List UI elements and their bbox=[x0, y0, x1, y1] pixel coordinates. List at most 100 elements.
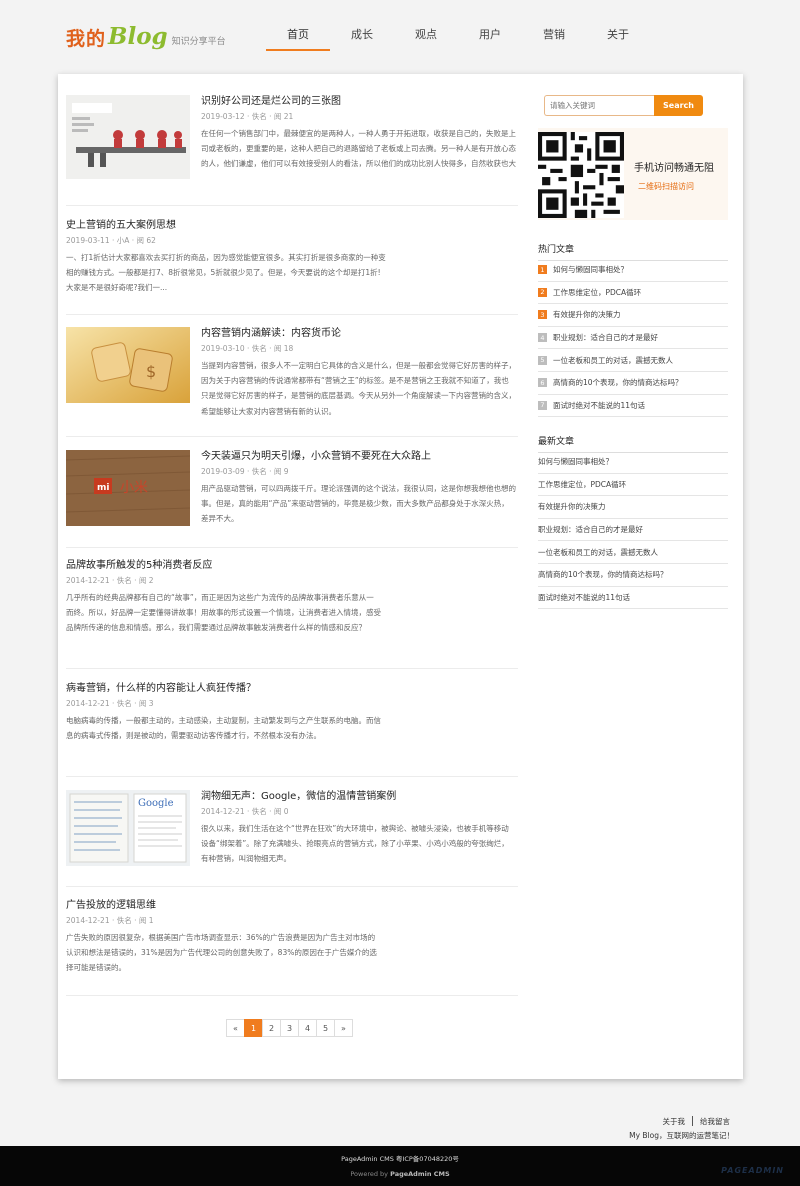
post-excerpt: 在任何一个销售部门中，最棘便宜的是两种人，一种人勇于开拓进取，收获是自己的，失败… bbox=[201, 129, 516, 169]
latest-article-link[interactable]: 有效提升你的决策力 bbox=[538, 496, 728, 519]
post-meta: 2014-12-21 · 佚名 · 阅 2 bbox=[66, 576, 154, 585]
latest-article-link[interactable]: 面试时绝对不能说的11句话 bbox=[538, 587, 728, 610]
post-item: mi 小米 今天装逼只为明天引爆，小众营销不要死在大众路上 2019-03-09… bbox=[66, 450, 518, 550]
pager-page-1[interactable]: 1 bbox=[244, 1019, 263, 1037]
pager-prev[interactable]: « bbox=[226, 1019, 245, 1037]
hot-articles-list: 1 如何与懒固同事相处？ 2 工作思维定位，PDCA循环 3 有效提升你的决策力 4职… bbox=[538, 259, 728, 418]
post-title[interactable]: 识别好公司还是烂公司的三张图 bbox=[201, 95, 516, 109]
divider bbox=[66, 436, 518, 437]
post-title[interactable]: 品牌故事所触发的5种消费者反应 bbox=[66, 559, 381, 573]
hot-article-link[interactable]: 一位老板和员工的对话，震撼无数人 bbox=[553, 355, 673, 366]
main-nav: 首页 成长 观点 用户 营销 关于 bbox=[266, 26, 650, 51]
latest-article-link[interactable]: 职业规划：适合自己的才是最好 bbox=[538, 519, 728, 542]
post-meta: 2014-12-21 · 佚名 · 阅 0 bbox=[201, 807, 289, 816]
hot-article-item[interactable]: 3 有效提升你的决策力 bbox=[538, 304, 728, 327]
pager-page-2[interactable]: 2 bbox=[262, 1019, 281, 1037]
pagination: « 1 2 3 4 5 » bbox=[226, 1019, 353, 1037]
hot-article-item[interactable]: 6 高情商的10个表现，你的情商达标吗？ bbox=[538, 372, 728, 395]
pager-page-3[interactable]: 3 bbox=[280, 1019, 299, 1037]
post-thumbnail-chart[interactable] bbox=[66, 95, 190, 179]
rank-badge: 2 bbox=[538, 287, 547, 297]
post-title[interactable]: 病毒营销，什么样的内容能让人疯狂传播？ bbox=[66, 682, 381, 696]
logo-cn: 我的 bbox=[66, 28, 107, 50]
hot-article-item[interactable]: 7 面试时绝对不能说的11句话 bbox=[538, 395, 728, 418]
footer-link-divider bbox=[692, 1116, 693, 1126]
post-excerpt: 当提到内容营销，很多人不一定明白它具体的含义是什么，但是一般都会觉得它好厉害的样… bbox=[201, 361, 516, 416]
search-button[interactable]: Search bbox=[654, 95, 703, 116]
latest-article-link[interactable]: 工作思维定位，PDCA循环 bbox=[538, 474, 728, 497]
leave-message-link[interactable]: 给我留言 bbox=[700, 1116, 730, 1127]
logo-en: Blog bbox=[108, 23, 168, 50]
post-excerpt: 广告失败的原因很复杂，根据美国广告市场调查显示：36%的广告浪费是因为广告主对市… bbox=[66, 933, 377, 973]
rank-badge: 1 bbox=[538, 265, 547, 275]
post-meta: 2019-03-09 · 佚名 · 阅 9 bbox=[201, 467, 289, 476]
post-item: 品牌故事所触发的5种消费者反应 2014-12-21 · 佚名 · 阅 2 几乎… bbox=[66, 559, 518, 659]
copyright-line: PageAdmin CMS 粤ICP备07048220号 bbox=[341, 1155, 459, 1163]
powered-by: Powered by PageAdmin CMS bbox=[0, 1170, 800, 1178]
qr-caption: 手机访问畅通无阻 bbox=[634, 163, 714, 174]
logo-subtitle: 知识分享平台 bbox=[171, 37, 226, 47]
qr-subcaption: 二维码扫描访问 bbox=[638, 182, 694, 191]
post-item: 识别好公司还是烂公司的三张图 2019-03-12 · 佚名 · 阅 21 在任… bbox=[66, 95, 518, 195]
hot-article-link[interactable]: 职业规划：适合自己的才是最好 bbox=[553, 332, 658, 343]
post-meta: 2019-03-12 · 佚名 · 阅 21 bbox=[201, 112, 294, 121]
post-title[interactable]: 内容营销内涵解读：内容货币论 bbox=[201, 327, 516, 341]
rank-badge: 6 bbox=[538, 378, 547, 388]
hot-article-link[interactable]: 面试时绝对不能说的11句话 bbox=[553, 400, 645, 411]
post-meta: 2019-03-11 · 小A · 阅 62 bbox=[66, 236, 156, 245]
hot-article-link[interactable]: 工作思维定位，PDCA循环 bbox=[553, 287, 641, 298]
post-thumbnail-dice[interactable]: $ bbox=[66, 327, 190, 411]
header: 我的 Blog 知识分享平台 首页 成长 观点 用户 营销 关于 bbox=[0, 0, 800, 74]
post-title[interactable]: 广告投放的逻辑思维 bbox=[66, 899, 381, 913]
latest-article-link[interactable]: 如何与懒固同事相处？ bbox=[538, 451, 728, 474]
nav-item-about[interactable]: 关于 bbox=[586, 26, 650, 51]
hot-article-link[interactable]: 有效提升你的决策力 bbox=[553, 309, 621, 320]
pager-next[interactable]: » bbox=[334, 1019, 353, 1037]
hot-article-item[interactable]: 1 如何与懒固同事相处？ bbox=[538, 259, 728, 282]
nav-item-users[interactable]: 用户 bbox=[458, 26, 522, 51]
pager-page-4[interactable]: 4 bbox=[298, 1019, 317, 1037]
footer-tagline: My Blog，互联网的运营笔记！ bbox=[629, 1131, 734, 1140]
footer-links: 关于我 给我留言 bbox=[663, 1116, 730, 1127]
post-item: 广告投放的逻辑思维 2014-12-21 · 佚名 · 阅 1 广告失败的原因很… bbox=[66, 899, 518, 984]
hot-article-link[interactable]: 高情商的10个表现，你的情商达标吗？ bbox=[553, 377, 683, 388]
post-thumbnail-wood[interactable]: mi 小米 bbox=[66, 450, 190, 534]
hot-article-item[interactable]: 4 职业规划：适合自己的才是最好 bbox=[538, 327, 728, 350]
qr-code-icon bbox=[538, 132, 624, 218]
hot-article-item[interactable]: 2 工作思维定位，PDCA循环 bbox=[538, 282, 728, 305]
nav-item-views[interactable]: 观点 bbox=[394, 26, 458, 51]
search-input[interactable] bbox=[544, 95, 654, 116]
post-item: 病毒营销，什么样的内容能让人疯狂传播？ 2014-12-21 · 佚名 · 阅 … bbox=[66, 682, 518, 762]
post-title[interactable]: 今天装逼只为明天引爆，小众营销不要死在大众路上 bbox=[201, 450, 516, 464]
hot-article-item[interactable]: 5 一位老板和员工的对话，震撼无数人 bbox=[538, 349, 728, 372]
post-item: 史上营销的五大案例思想 2019-03-11 · 小A · 阅 62 一、打1折… bbox=[66, 219, 518, 304]
post-title[interactable]: 润物细无声：Google，微信的温情营销案例 bbox=[201, 790, 516, 804]
rank-badge: 5 bbox=[538, 355, 547, 365]
latest-article-link[interactable]: 高情商的10个表现，你的情商达标吗？ bbox=[538, 564, 728, 587]
post-title[interactable]: 史上营销的五大案例思想 bbox=[66, 219, 386, 233]
search-box: Search bbox=[544, 95, 704, 116]
divider bbox=[66, 547, 518, 548]
nav-item-growth[interactable]: 成长 bbox=[330, 26, 394, 51]
nav-item-home[interactable]: 首页 bbox=[266, 26, 330, 51]
post-excerpt: 用产品驱动营销，可以四两拨千斤。理论派强调的这个说法，我很认同，这是你想我想他也… bbox=[201, 484, 516, 524]
pageadmin-logo: PAGEADMIN bbox=[721, 1166, 784, 1175]
svg-text:Google: Google bbox=[138, 798, 174, 809]
post-item: $ 内容营销内涵解读：内容货币论 2019-03-10 · 佚名 · 阅 18 … bbox=[66, 327, 518, 427]
post-meta: 2019-03-10 · 佚名 · 阅 18 bbox=[201, 344, 294, 353]
post-excerpt: 几乎所有的经典品牌都有自己的“故事”，而正是因为这些广为流传的品牌故事消费者乐意… bbox=[66, 593, 381, 633]
rank-badge: 4 bbox=[538, 333, 547, 343]
latest-article-link[interactable]: 一位老板和员工的对话，震撼无数人 bbox=[538, 541, 728, 564]
hot-article-link[interactable]: 如何与懒固同事相处？ bbox=[553, 264, 628, 275]
about-me-link[interactable]: 关于我 bbox=[663, 1116, 686, 1127]
site-logo[interactable]: 我的 Blog 知识分享平台 bbox=[66, 16, 226, 51]
powered-name[interactable]: PageAdmin CMS bbox=[390, 1170, 450, 1178]
divider bbox=[66, 995, 518, 996]
pager-page-5[interactable]: 5 bbox=[316, 1019, 335, 1037]
nav-item-marketing[interactable]: 营销 bbox=[522, 26, 586, 51]
rank-badge: 7 bbox=[538, 400, 547, 410]
powered-prefix: Powered by bbox=[350, 1170, 389, 1178]
main-panel: 识别好公司还是烂公司的三张图 2019-03-12 · 佚名 · 阅 21 在任… bbox=[58, 74, 743, 1079]
latest-articles-list: 如何与懒固同事相处？ 工作思维定位，PDCA循环 有效提升你的决策力 职业规划：… bbox=[538, 451, 728, 610]
post-thumbnail-google[interactable]: Google bbox=[66, 790, 190, 874]
